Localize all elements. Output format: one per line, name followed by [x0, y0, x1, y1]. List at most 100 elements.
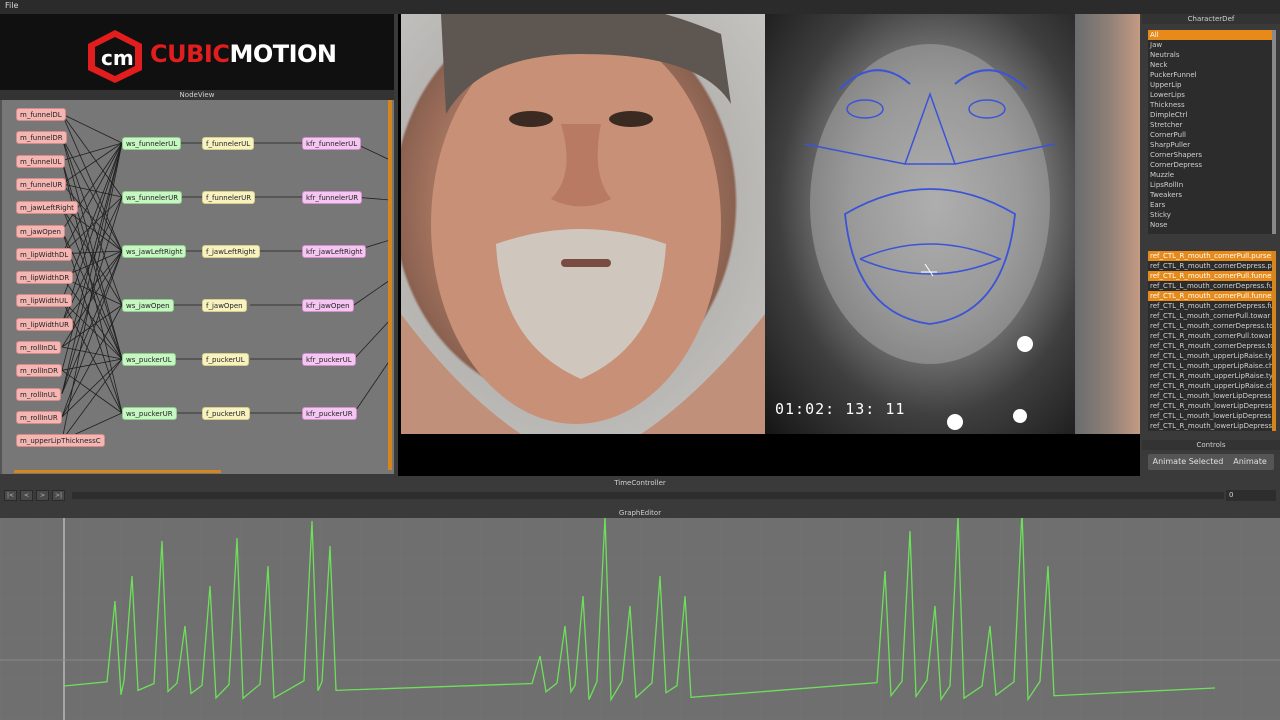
- group-item[interactable]: DimpleCtrl: [1148, 110, 1276, 120]
- animate-selected-button[interactable]: Animate Selected: [1148, 454, 1228, 470]
- group-list[interactable]: All Jaw Neutrals Neck PuckerFunnel UpperLip Lo…: [1148, 30, 1276, 234]
- group-item[interactable]: LipsRollIn: [1148, 180, 1276, 190]
- go-last-frame-button[interactable]: >|: [52, 490, 65, 501]
- group-item[interactable]: Muzzle: [1148, 170, 1276, 180]
- node-kfr_puckerUL[interactable]: kfr_puckerUL: [302, 353, 356, 366]
- nodeview-horizontal-scrollbar[interactable]: [14, 470, 221, 473]
- node-kfr_jawLeftRight[interactable]: kfr_jawLeftRight: [302, 245, 366, 258]
- group-item[interactable]: Stretcher: [1148, 120, 1276, 130]
- control-item[interactable]: ref_CTL_R_mouth_cornerPull.funnel: [1148, 271, 1276, 281]
- group-item[interactable]: CornerShapers: [1148, 150, 1276, 160]
- node-kfr_funnelerUR[interactable]: kfr_funnelerUR: [302, 191, 362, 204]
- group-list-scrollbar[interactable]: [1272, 30, 1276, 234]
- node-m_funnelDR[interactable]: m_funnelDR: [16, 131, 67, 144]
- control-item[interactable]: ref_CTL_R_mouth_cornerDepress.fu: [1148, 301, 1276, 311]
- node-m_funnelUR[interactable]: m_funnelUR: [16, 178, 66, 191]
- svg-text:cm: cm: [101, 46, 134, 70]
- next-frame-button[interactable]: >: [36, 490, 49, 501]
- frame-field[interactable]: 0: [1226, 490, 1276, 501]
- graph-area[interactable]: [0, 518, 1280, 720]
- node-m_lipWidthUL[interactable]: m_lipWidthUL: [16, 294, 72, 307]
- rendered-face-image: [401, 14, 765, 434]
- control-item[interactable]: ref_CTL_R_mouth_lowerLipDepress.: [1148, 401, 1276, 411]
- node-f_funnelerUL[interactable]: f_funnelerUL: [202, 137, 254, 150]
- node-f_jawOpen[interactable]: f_jawOpen: [202, 299, 247, 312]
- control-item[interactable]: ref_CTL_R_mouth_cornerPull.purse: [1148, 251, 1276, 261]
- node-m_rollInDR[interactable]: m_rollInDR: [16, 364, 62, 377]
- node-m_jawLeftRight[interactable]: m_jawLeftRight: [16, 201, 78, 214]
- group-item[interactable]: Jaw: [1148, 40, 1276, 50]
- control-item[interactable]: ref_CTL_L_mouth_upperLipRaise.ty: [1148, 351, 1276, 361]
- control-item[interactable]: ref_CTL_R_mouth_upperLipRaise.ch: [1148, 381, 1276, 391]
- node-m_rollInDL[interactable]: m_rollInDL: [16, 341, 61, 354]
- group-item[interactable]: SharpPuller: [1148, 140, 1276, 150]
- group-item[interactable]: Thickness: [1148, 100, 1276, 110]
- go-first-frame-button[interactable]: |<: [4, 490, 17, 501]
- timecode-display: 01:02: 13: 11: [775, 400, 905, 418]
- node-m_lipWidthDR[interactable]: m_lipWidthDR: [16, 271, 73, 284]
- group-item[interactable]: All: [1148, 30, 1276, 40]
- node-m_upperLipThicknessC[interactable]: m_upperLipThicknessC: [16, 434, 105, 447]
- tracking-overlay: [765, 14, 1075, 434]
- group-item[interactable]: CornerDepress: [1148, 160, 1276, 170]
- control-item[interactable]: ref_CTL_L_mouth_cornerDepress.to: [1148, 321, 1276, 331]
- node-ws_puckerUR[interactable]: ws_puckerUR: [122, 407, 177, 420]
- prev-frame-button[interactable]: <: [20, 490, 33, 501]
- node-ws_jawLeftRight[interactable]: ws_jawLeftRight: [122, 245, 186, 258]
- node-f_jawLeftRight[interactable]: f_jawLeftRight: [202, 245, 260, 258]
- node-f_puckerUR[interactable]: f_puckerUR: [202, 407, 250, 420]
- node-kfr_puckerUR[interactable]: kfr_puckerUR: [302, 407, 357, 420]
- node-m_rollInUL[interactable]: m_rollInUL: [16, 388, 61, 401]
- node-view[interactable]: m_funnelDL m_funnelDR m_funnelUL m_funnelUR…: [0, 100, 394, 474]
- control-item[interactable]: ref_CTL_L_mouth_upperLipRaise.ch: [1148, 361, 1276, 371]
- animation-curve[interactable]: [64, 518, 1215, 700]
- node-ws_funnelerUL[interactable]: ws_funnelerUL: [122, 137, 181, 150]
- node-ws_puckerUL[interactable]: ws_puckerUL: [122, 353, 176, 366]
- group-item[interactable]: CornerPull: [1148, 130, 1276, 140]
- node-f_puckerUL[interactable]: f_puckerUL: [202, 353, 249, 366]
- nodeview-vertical-scrollbar[interactable]: [388, 100, 392, 470]
- control-list-scrollbar[interactable]: [1272, 251, 1276, 431]
- node-m_funnelDL[interactable]: m_funnelDL: [16, 108, 66, 121]
- group-item[interactable]: Neck: [1148, 60, 1276, 70]
- video-viewport: 01:02: 13: 11: [398, 14, 1140, 476]
- node-link: [354, 320, 390, 359]
- control-item[interactable]: ref_CTL_L_mouth_lowerLipDepress.: [1148, 391, 1276, 401]
- node-kfr_funnelerUL[interactable]: kfr_funnelerUL: [302, 137, 361, 150]
- controls-panel: Controls Animate Selected Animate: [1142, 438, 1280, 476]
- group-item[interactable]: Neutrals: [1148, 50, 1276, 60]
- node-m_lipWidthUR[interactable]: m_lipWidthUR: [16, 318, 73, 331]
- timeline-slider[interactable]: [72, 492, 1224, 499]
- animate-button[interactable]: Animate: [1226, 454, 1274, 470]
- control-item[interactable]: ref_CTL_L_mouth_cornerPull.towar: [1148, 311, 1276, 321]
- group-item[interactable]: PuckerFunnel: [1148, 70, 1276, 80]
- node-ws_funnelerUR[interactable]: ws_funnelerUR: [122, 191, 182, 204]
- control-item[interactable]: ref_CTL_R_mouth_lowerLipDepress: [1148, 421, 1276, 431]
- group-item[interactable]: LowerLips: [1148, 90, 1276, 100]
- group-item[interactable]: Tweakers: [1148, 190, 1276, 200]
- control-item[interactable]: ref_CTL_R_mouth_cornerDepress.p: [1148, 261, 1276, 271]
- group-item[interactable]: Sticky: [1148, 210, 1276, 220]
- node-m_jawOpen[interactable]: m_jawOpen: [16, 225, 65, 238]
- group-item[interactable]: UpperLip: [1148, 80, 1276, 90]
- group-item[interactable]: Ears: [1148, 200, 1276, 210]
- node-ws_jawOpen[interactable]: ws_jawOpen: [122, 299, 174, 312]
- node-f_funnelerUR[interactable]: f_funnelerUR: [202, 191, 255, 204]
- group-item[interactable]: Nose: [1148, 220, 1276, 230]
- node-m_funnelUL[interactable]: m_funnelUL: [16, 155, 65, 168]
- control-item[interactable]: ref_CTL_R_mouth_cornerDepress.to: [1148, 341, 1276, 351]
- control-item[interactable]: ref_CTL_R_mouth_upperLipRaise.ty: [1148, 371, 1276, 381]
- menu-bar: File: [0, 0, 1280, 14]
- control-list[interactable]: ref_CTL_R_mouth_cornerPull.purse ref_CTL_…: [1148, 251, 1276, 431]
- node-kfr_jawOpen[interactable]: kfr_jawOpen: [302, 299, 354, 312]
- graph-grid: [0, 518, 1280, 720]
- control-item[interactable]: ref_CTL_R_mouth_cornerPull.towar: [1148, 331, 1276, 341]
- control-item[interactable]: ref_CTL_R_mouth_cornerPull.funne: [1148, 291, 1276, 301]
- control-item[interactable]: ref_CTL_L_mouth_cornerDepress.fu: [1148, 281, 1276, 291]
- control-item[interactable]: ref_CTL_L_mouth_lowerLipDepress: [1148, 411, 1276, 421]
- menu-file[interactable]: File: [5, 1, 18, 10]
- nodeview-title: NodeView: [0, 90, 394, 100]
- node-m_rollInUR[interactable]: m_rollInUR: [16, 411, 62, 424]
- node-m_lipWidthDL[interactable]: m_lipWidthDL: [16, 248, 72, 261]
- capture-camera-view: 01:02: 13: 11: [765, 14, 1075, 434]
